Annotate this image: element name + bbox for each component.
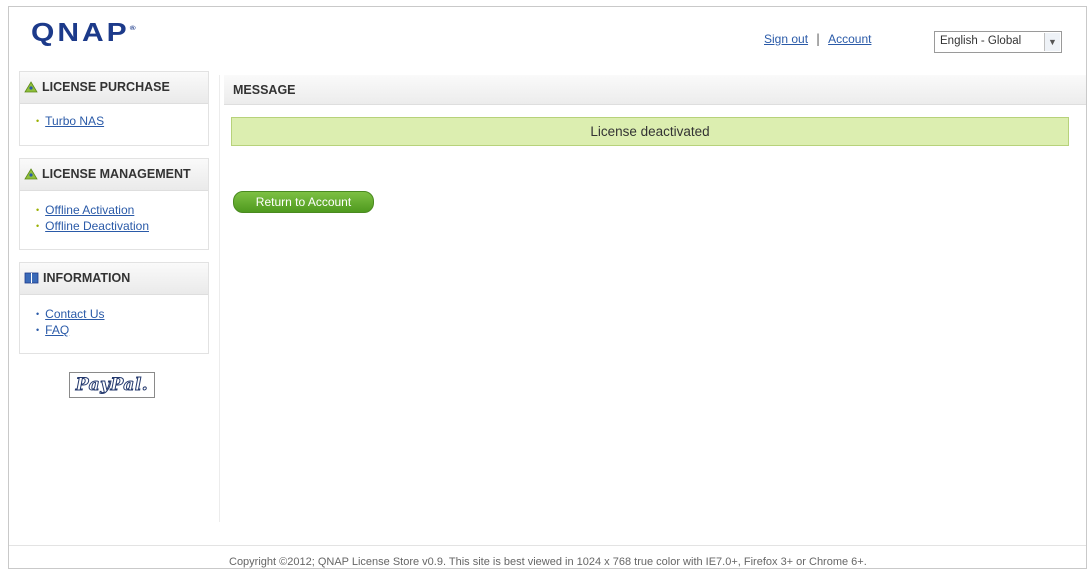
sidebar-item-offline-activation: Offline Activation <box>36 203 208 219</box>
logo-registered-mark: ® <box>129 24 136 32</box>
sidebar-item-offline-deactivation: Offline Deactivation <box>36 219 208 235</box>
top-links: Sign out | Account <box>764 32 871 46</box>
sidebar-license-purchase: LICENSE PURCHASE Turbo NAS <box>19 71 209 146</box>
status-notice: License deactivated <box>231 117 1069 146</box>
return-to-account-button[interactable]: Return to Account <box>233 191 374 213</box>
status-notice-text: License deactivated <box>590 124 710 139</box>
triangle-users-icon <box>24 168 38 180</box>
sidebar-information: INFORMATION Contact Us FAQ <box>19 262 209 354</box>
qnap-logo[interactable]: QNAP® <box>31 19 136 48</box>
sidebar-section-title: LICENSE MANAGEMENT <box>42 167 191 181</box>
footer-copyright: Copyright ©2012; QNAP License Store v0.9… <box>229 556 867 568</box>
triangle-users-icon <box>24 81 38 93</box>
footer-divider <box>9 545 1086 546</box>
sidebar-item-contact-us: Contact Us <box>36 307 208 323</box>
return-to-account-label: Return to Account <box>255 195 352 209</box>
sidebar-link-faq[interactable]: FAQ <box>45 323 69 337</box>
language-selected-value: English - Global <box>940 35 1022 47</box>
sign-out-link[interactable]: Sign out <box>764 32 808 46</box>
logo-text: QNAP <box>31 19 130 48</box>
paypal-logo[interactable]: PayPal. <box>69 372 155 398</box>
page-frame: QNAP® Sign out | Account English - Global … <box>8 6 1087 569</box>
sidebar-section-title: LICENSE PURCHASE <box>42 80 170 94</box>
sidebar-link-turbo-nas[interactable]: Turbo NAS <box>45 114 104 128</box>
message-section-header: MESSAGE <box>224 75 1086 105</box>
sidebar-list: Contact Us FAQ <box>20 295 208 349</box>
paypal-logo-text: PayPal. <box>75 375 149 396</box>
sidebar-section-header: LICENSE MANAGEMENT <box>20 159 208 191</box>
sidebar-section-title: INFORMATION <box>43 271 131 285</box>
sidebar-license-management: LICENSE MANAGEMENT Offline Activation Of… <box>19 158 209 250</box>
column-divider <box>219 75 220 522</box>
link-separator: | <box>816 32 821 46</box>
book-icon <box>24 272 39 284</box>
sidebar-link-offline-activation[interactable]: Offline Activation <box>45 203 134 217</box>
account-link[interactable]: Account <box>828 32 871 46</box>
sidebar-link-offline-deactivation[interactable]: Offline Deactivation <box>45 219 149 233</box>
sidebar-item-turbo-nas: Turbo NAS <box>36 114 208 130</box>
sidebar-section-header: LICENSE PURCHASE <box>20 72 208 104</box>
sidebar-list: Offline Activation Offline Deactivation <box>20 191 208 245</box>
sidebar-link-contact-us[interactable]: Contact Us <box>45 307 104 321</box>
chevron-down-icon[interactable]: ▼ <box>1044 33 1060 51</box>
sidebar-section-header: INFORMATION <box>20 263 208 295</box>
message-section-title: MESSAGE <box>233 83 296 97</box>
sidebar-item-faq: FAQ <box>36 323 208 339</box>
language-select[interactable]: English - Global ▼ <box>934 31 1062 53</box>
sidebar-list: Turbo NAS <box>20 104 208 140</box>
